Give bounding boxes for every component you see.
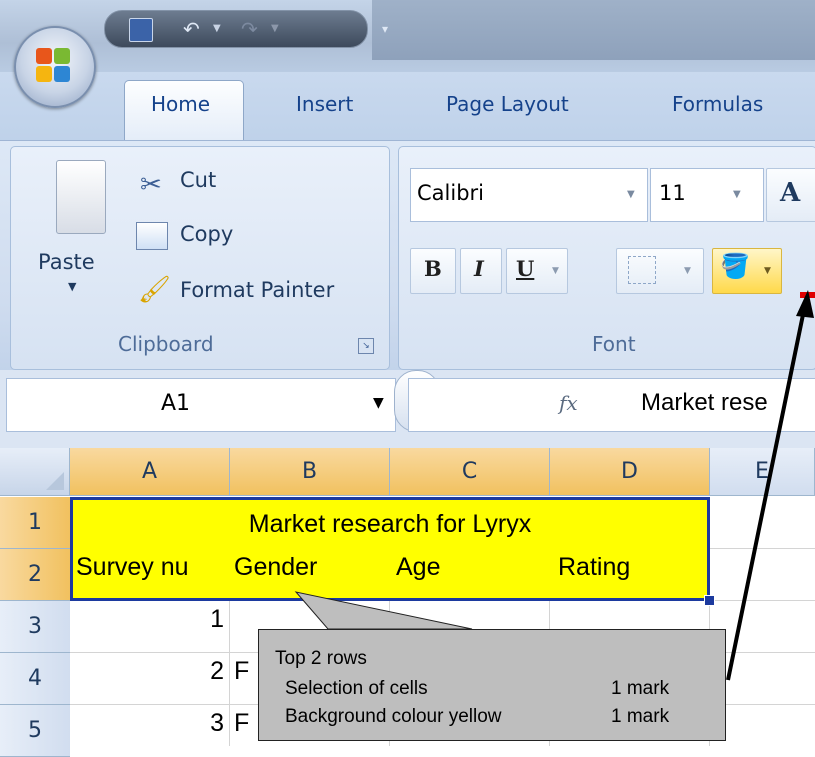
callout-pointer <box>294 591 473 630</box>
arrow-to-font-color <box>726 299 808 681</box>
callout-line2-mark: 1 mark <box>611 706 670 727</box>
annotation-callout: Top 2 rows Selection of cells 1 mark Bac… <box>258 629 726 741</box>
callout-title: Top 2 rows <box>275 648 367 669</box>
callout-line2-label: Background colour yellow <box>285 706 502 727</box>
office-logo-icon <box>36 48 52 64</box>
callout-line1-label: Selection of cells <box>285 678 428 699</box>
office-button[interactable] <box>14 26 96 108</box>
office-logo-part <box>36 66 52 82</box>
arrow-head-icon <box>796 290 814 318</box>
office-logo-part <box>54 48 70 64</box>
callout-line1-mark: 1 mark <box>611 678 670 699</box>
office-logo-part <box>54 66 70 82</box>
